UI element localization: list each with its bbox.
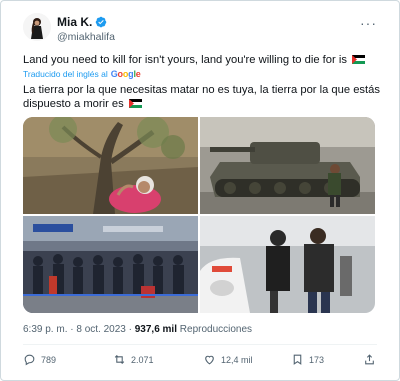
author-name[interactable]: Mia K. bbox=[57, 15, 92, 29]
tweet-meta: 6:39 p. m. · 8 oct. 2023 · 937,6 mil Rep… bbox=[23, 324, 253, 335]
retweet-count: 2.071 bbox=[131, 354, 154, 365]
palestine-flag-icon bbox=[128, 99, 142, 108]
divider bbox=[23, 344, 377, 345]
reply-icon bbox=[24, 354, 35, 366]
view-count: 937,6 mil bbox=[134, 324, 177, 335]
tweet-date[interactable]: 8 oct. 2023 bbox=[76, 324, 125, 335]
translation-label: Traducido del inglés al bbox=[23, 69, 108, 79]
photo-woman-olive-tree[interactable] bbox=[23, 117, 198, 214]
retweet-icon bbox=[114, 354, 125, 365]
verified-badge-icon bbox=[96, 16, 107, 28]
heart-icon bbox=[205, 355, 214, 365]
bookmark-icon bbox=[293, 354, 302, 365]
media-grid bbox=[23, 117, 375, 313]
tweet-text-original: Land you need to kill for isn't yours, l… bbox=[23, 53, 387, 67]
photo-tank[interactable] bbox=[200, 117, 375, 214]
action-bar: 789 2.071 12,4 mil 173 bbox=[23, 353, 387, 371]
like-button[interactable]: 12,4 mil bbox=[203, 353, 253, 366]
photo-street-scene[interactable] bbox=[200, 216, 375, 313]
tweet-text-translated: La tierra por la que necesitas matar no … bbox=[23, 84, 380, 110]
more-options-icon[interactable]: ··· bbox=[360, 15, 377, 31]
tweet-time[interactable]: 6:39 p. m. bbox=[23, 324, 67, 335]
tweet-card: Mia K. @miakhalifa ··· Land you need to … bbox=[0, 0, 400, 381]
photo-airport-crowd[interactable] bbox=[23, 216, 198, 313]
reply-button[interactable]: 789 bbox=[23, 353, 56, 366]
avatar[interactable] bbox=[23, 13, 51, 41]
palestine-flag-icon bbox=[352, 55, 366, 64]
author-block: Mia K. @miakhalifa bbox=[57, 15, 115, 43]
views-label: Reproducciones bbox=[179, 324, 253, 335]
bookmark-count: 173 bbox=[309, 354, 325, 365]
google-logo: Google bbox=[110, 69, 141, 79]
like-count: 12,4 mil bbox=[221, 354, 253, 365]
reply-count: 789 bbox=[41, 354, 57, 365]
bookmark-button[interactable]: 173 bbox=[291, 353, 324, 366]
author-handle[interactable]: @miakhalifa bbox=[57, 31, 115, 43]
translation-note[interactable]: Traducido del inglés al Google bbox=[23, 69, 141, 79]
retweet-button[interactable]: 2.071 bbox=[113, 353, 154, 366]
share-button[interactable] bbox=[363, 353, 376, 366]
tweet-header: Mia K. @miakhalifa ··· bbox=[23, 13, 387, 45]
share-icon bbox=[365, 354, 374, 365]
